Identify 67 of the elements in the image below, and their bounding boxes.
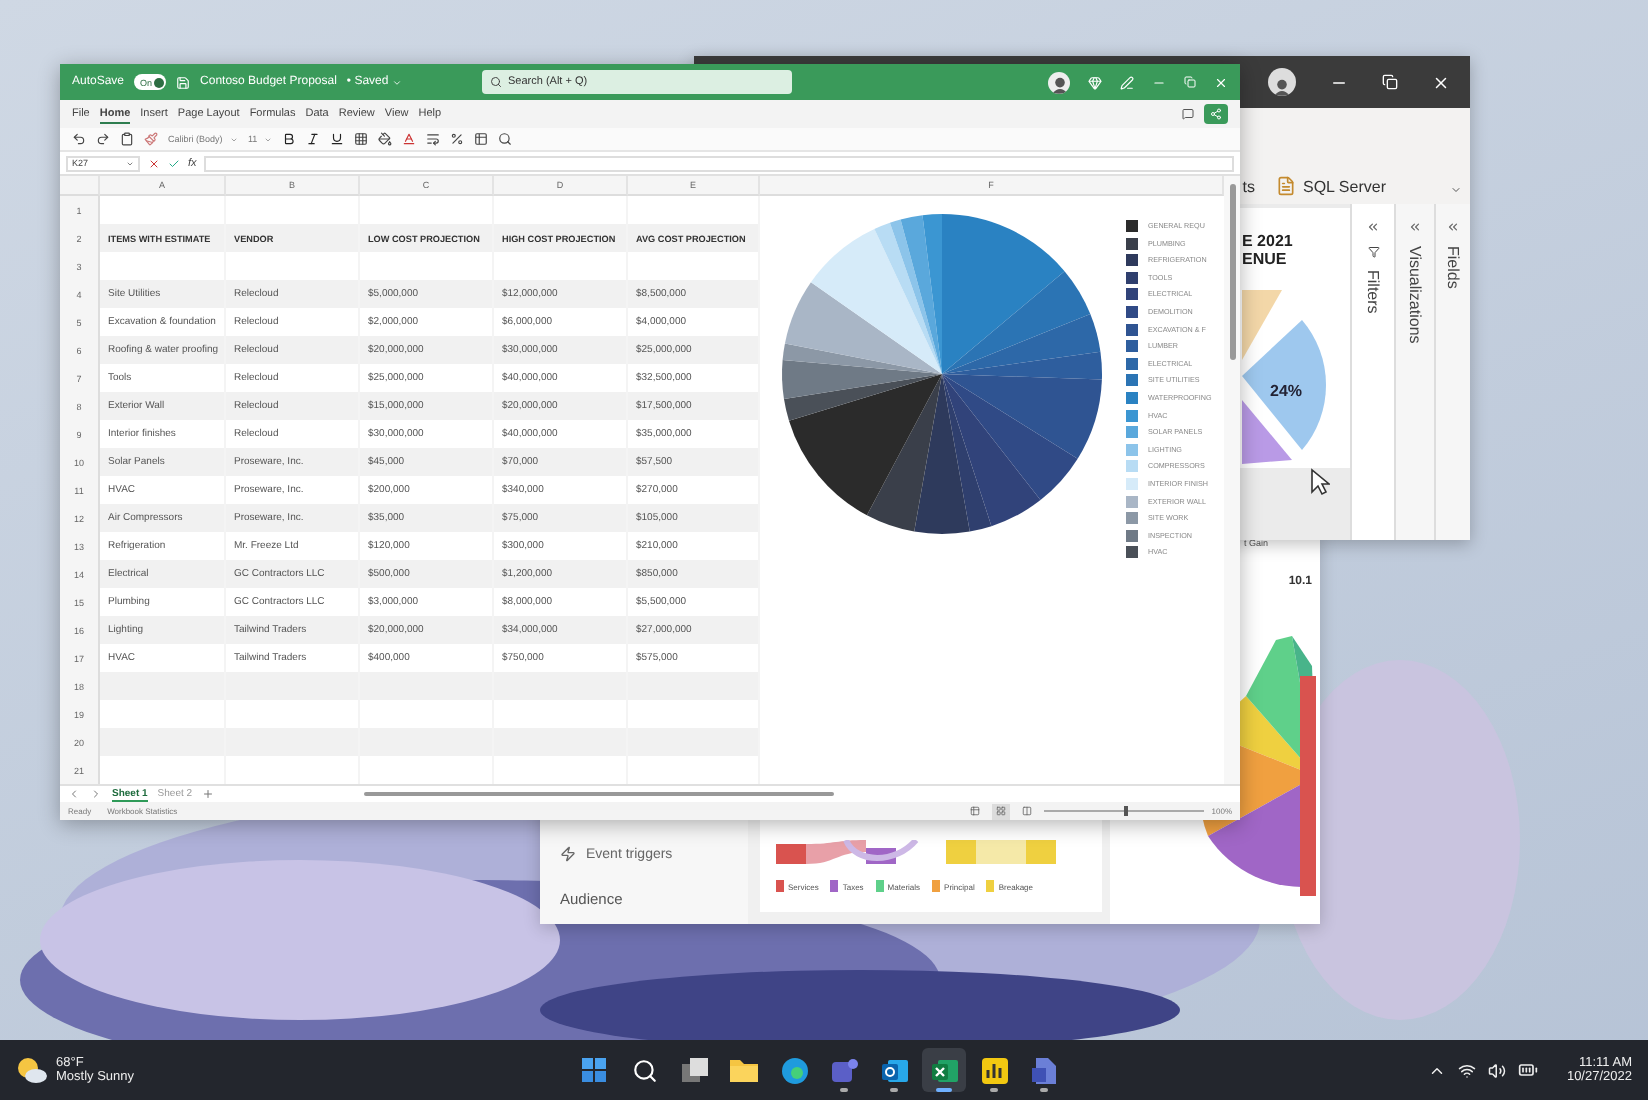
save-icon[interactable] (176, 75, 191, 89)
vertical-scrollbar[interactable] (1224, 176, 1240, 784)
filter-icon (1367, 246, 1379, 258)
chat-app-icon (831, 1057, 857, 1083)
start-icon (582, 1058, 606, 1082)
formula-input[interactable] (204, 155, 1234, 171)
search-icon[interactable] (498, 132, 512, 146)
grid-icon (969, 806, 980, 816)
side-pane[interactable]: Filters (1350, 204, 1394, 540)
mail-app-icon (881, 1057, 907, 1083)
ribbon-label: ts (1242, 178, 1255, 196)
bold-icon[interactable] (282, 132, 296, 146)
taskbar-app-button[interactable] (922, 1048, 966, 1092)
ribbon-button[interactable]: SQL Server (1275, 176, 1386, 196)
wrap-text-icon[interactable] (426, 132, 440, 146)
search-icon (490, 76, 502, 88)
caret-icon (392, 77, 403, 87)
slider-thumb[interactable] (1123, 806, 1128, 816)
normal-view-button[interactable] (965, 803, 984, 819)
browser-icon (781, 1057, 807, 1083)
borders-icon[interactable] (354, 132, 368, 146)
card-title: ENUE (1242, 250, 1289, 268)
avatar-icon[interactable] (1268, 68, 1296, 96)
collapse-icon (1408, 220, 1422, 234)
redo-icon[interactable] (96, 132, 110, 146)
volume-icon[interactable] (1488, 1061, 1507, 1079)
add-sheet-icon[interactable] (202, 788, 215, 800)
share-icon (1210, 108, 1222, 120)
cancel-icon[interactable] (148, 157, 160, 169)
lightning-icon (560, 846, 576, 862)
share-button[interactable] (1204, 104, 1228, 124)
weather-icon (16, 1056, 48, 1084)
columns-icon (1021, 806, 1032, 816)
pen-icon[interactable] (1120, 75, 1134, 89)
card-title: E 2021 (1242, 232, 1295, 250)
brush-icon[interactable] (144, 132, 158, 146)
table-icon[interactable] (474, 132, 488, 146)
percent-icon[interactable] (450, 132, 464, 146)
page-break-button[interactable] (1017, 803, 1036, 819)
chart-app-icon (981, 1057, 1007, 1083)
restore-icon[interactable] (1382, 74, 1398, 90)
undo-icon[interactable] (72, 132, 86, 146)
fill-color-icon[interactable] (378, 132, 392, 146)
spreadsheet-app-icon (931, 1057, 957, 1083)
search-icon (631, 1057, 657, 1083)
close-icon[interactable] (1432, 73, 1450, 91)
collapse-icon (1446, 220, 1460, 234)
font-color-icon[interactable] (402, 132, 416, 146)
slice-label: 24% (1270, 382, 1303, 400)
document-app-icon (1032, 1057, 1056, 1083)
document-icon (1275, 176, 1295, 196)
page-layout-button[interactable] (991, 803, 1010, 819)
side-pane[interactable]: Visualizations (1394, 204, 1434, 540)
check-icon[interactable] (168, 157, 180, 169)
underline-icon[interactable] (330, 132, 344, 146)
folder-icon (730, 1058, 758, 1082)
side-pane[interactable]: Fields (1434, 204, 1470, 540)
paste-icon[interactable] (120, 132, 134, 146)
task-view-icon (681, 1058, 707, 1082)
collapse-icon (1366, 220, 1380, 234)
avatar-icon[interactable] (1048, 71, 1070, 93)
wifi-icon[interactable] (1458, 1061, 1477, 1079)
diamond-icon[interactable] (1088, 75, 1102, 89)
battery-icon[interactable] (1518, 1060, 1539, 1080)
italic-icon[interactable] (306, 132, 320, 146)
comment-icon[interactable] (1182, 108, 1194, 120)
layout-icon (995, 806, 1006, 816)
